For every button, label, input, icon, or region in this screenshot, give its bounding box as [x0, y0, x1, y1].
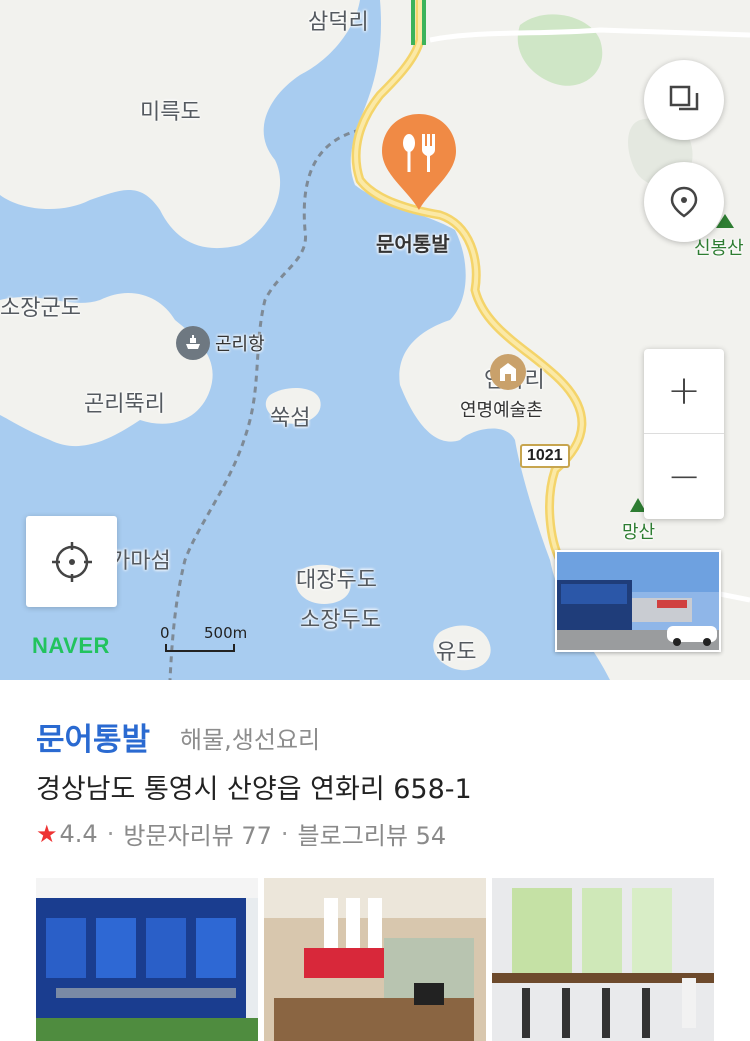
visitor-reviews[interactable]: 방문자리뷰 77 — [123, 816, 272, 851]
photo-exterior — [36, 878, 258, 1041]
place-category: 해물,생선요리 — [180, 726, 321, 754]
location-pin-icon — [670, 186, 698, 218]
location-pin-button[interactable] — [644, 162, 724, 242]
map-label-yeonmyeong: 연명예술촌 — [460, 400, 543, 421]
map-label-gonri-port: 곤리항 — [215, 334, 265, 355]
map-label-mangsan: 망산 — [622, 522, 656, 543]
map-label-restaurant: 문어통발 — [376, 232, 450, 256]
map-label-gamaseom: 가마섬 — [110, 549, 171, 574]
restaurant-pin[interactable] — [380, 112, 458, 212]
map-label-daejangdu: 대장두도 — [296, 568, 377, 593]
map-label-gonri-ddeok: 곤리뚝리 — [84, 392, 165, 417]
blog-reviews[interactable]: 블로그리뷰 54 — [298, 816, 447, 851]
scale-distance-label: 500m — [204, 624, 248, 642]
crosshair-icon — [51, 541, 92, 582]
separator: · — [280, 819, 289, 848]
street-view-image — [557, 552, 719, 650]
map-view[interactable]: 삼덕리 미륵도 소장군도 곤리뚝리 쑥섬 연화리 가마섬 대장두도 소장두도 유… — [0, 0, 750, 680]
place-photo[interactable] — [492, 878, 714, 1041]
map-label-sojanggun: 소장군도 — [0, 296, 81, 321]
star-icon: ★ — [36, 819, 58, 848]
restaurant-pin-icon — [382, 114, 456, 210]
map-label-sojangdu: 소장두도 — [300, 608, 381, 633]
zoom-out-button[interactable]: − — [644, 434, 724, 519]
ferry-icon[interactable] — [176, 326, 210, 360]
layers-button[interactable] — [644, 60, 724, 140]
photo-interior — [492, 878, 714, 1041]
zoom-in-button[interactable]: + — [644, 349, 724, 434]
scale-bar: 0 500m — [160, 624, 260, 654]
separator: · — [106, 819, 115, 848]
map-label-yudo: 유도 — [436, 640, 477, 665]
place-stats: ★ 4.4 · 방문자리뷰 77 · 블로그리뷰 54 — [36, 816, 446, 851]
street-view-thumbnail[interactable] — [555, 550, 721, 652]
map-label-samdeok: 삼덕리 — [308, 10, 369, 35]
my-location-button[interactable] — [26, 516, 117, 607]
naver-logo: NAVER — [32, 633, 110, 658]
road-number-badge: 1021 — [520, 444, 570, 468]
place-address: 경상남도 통영시 산양읍 연화리 658-1 — [36, 774, 472, 805]
scale-zero-label: 0 — [160, 624, 170, 642]
zoom-controls: + − — [644, 349, 724, 519]
place-photo[interactable] — [264, 878, 486, 1041]
map-label-mireuk: 미륵도 — [140, 100, 201, 125]
layers-icon — [669, 85, 699, 111]
culture-icon[interactable] — [490, 354, 526, 390]
place-name[interactable]: 문어통발 — [36, 714, 150, 759]
rating-value: 4.4 — [59, 819, 98, 848]
scale-line — [165, 644, 235, 652]
place-photo[interactable] — [36, 878, 258, 1041]
photo-counter — [264, 878, 486, 1041]
map-label-suk: 쑥섬 — [270, 406, 311, 431]
